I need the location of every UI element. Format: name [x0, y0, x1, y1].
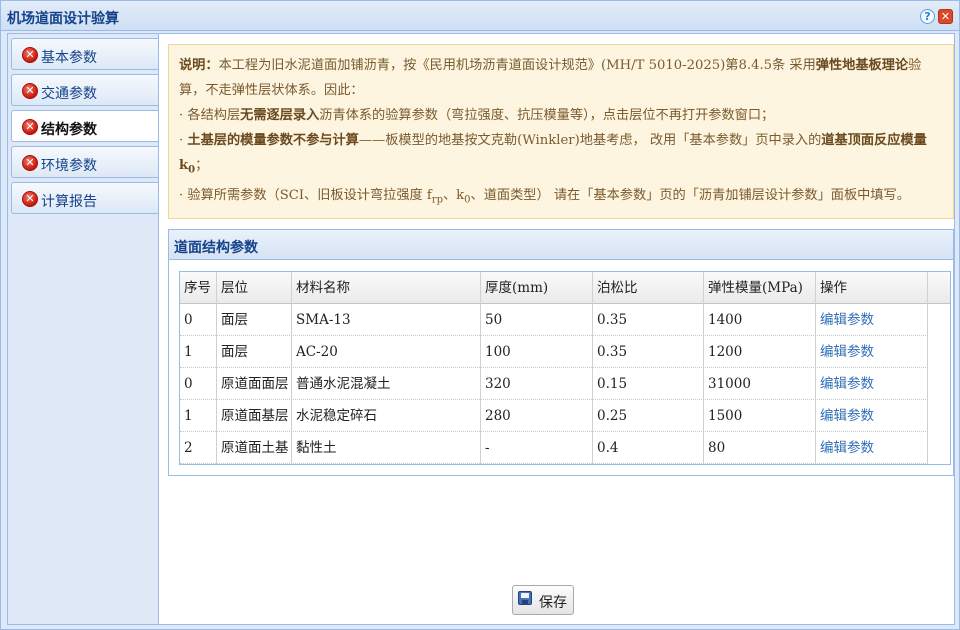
cell-action: 编辑参数 — [816, 432, 928, 464]
edit-params-link[interactable]: 编辑参数 — [820, 408, 874, 424]
cell-layer: 面层 — [217, 336, 292, 368]
help-icon[interactable]: ? — [920, 9, 935, 24]
cell-index: 1 — [180, 400, 217, 432]
app-window: 机场道面设计验算 ? ✕ ✕ 基本参数 ✕ 交通参数 ✕ 结构参数 ✕ 环境参数… — [0, 0, 960, 630]
cell-index: 1 — [180, 336, 217, 368]
cell-layer: 面层 — [217, 304, 292, 336]
layers-table: 序号 层位 材料名称 厚度(mm) 泊松比 弹性模量(MPa) 操作 0 面层 … — [179, 271, 951, 465]
error-icon: ✕ — [22, 191, 38, 207]
sidebar-item-label: 计算报告 — [41, 194, 97, 210]
cell-thickness: 320 — [481, 368, 593, 400]
table-row[interactable]: 0 面层 SMA-13 50 0.35 1400 编辑参数 — [180, 304, 928, 336]
sidebar-item-label: 交通参数 — [41, 86, 97, 102]
column-header[interactable]: 泊松比 — [593, 272, 704, 304]
cell-index: 2 — [180, 432, 217, 464]
table-row[interactable]: 1 原道面基层 水泥稳定碎石 280 0.25 1500 编辑参数 — [180, 400, 928, 432]
cell-thickness: 280 — [481, 400, 593, 432]
cell-poisson: 0.25 — [593, 400, 704, 432]
sidebar-item-label: 基本参数 — [41, 50, 97, 66]
error-icon: ✕ — [22, 83, 38, 99]
cell-modulus: 1200 — [704, 336, 816, 368]
cell-modulus: 1400 — [704, 304, 816, 336]
note-paragraph-3: · 土基层的模量参数不参与计算——板模型的地基按文克勒(Winkler)地基考虑… — [179, 133, 927, 176]
error-icon: ✕ — [22, 47, 38, 63]
note-paragraph-1: 说明：本工程为旧水泥道面加铺沥青，按《民用机场沥青道面设计规范》(MH/T 50… — [179, 58, 922, 98]
table-row[interactable]: 1 面层 AC-20 100 0.35 1200 编辑参数 — [180, 336, 928, 368]
column-header-spacer — [928, 272, 950, 304]
cell-index: 0 — [180, 304, 217, 336]
title-bar: 机场道面设计验算 ? ✕ — [1, 1, 959, 31]
cell-index: 0 — [180, 368, 217, 400]
cell-material: AC-20 — [292, 336, 481, 368]
cell-thickness: 100 — [481, 336, 593, 368]
edit-params-link[interactable]: 编辑参数 — [820, 312, 874, 328]
save-button[interactable]: 保存 — [512, 585, 574, 615]
table-row[interactable]: 0 原道面面层 普通水泥混凝土 320 0.15 31000 编辑参数 — [180, 368, 928, 400]
sidebar-item-environment-params[interactable]: ✕ 环境参数 — [11, 146, 159, 178]
cell-material: 黏性土 — [292, 432, 481, 464]
close-icon[interactable]: ✕ — [938, 9, 953, 24]
table-header: 序号 层位 材料名称 厚度(mm) 泊松比 弹性模量(MPa) 操作 — [180, 272, 950, 304]
cell-layer: 原道面面层 — [217, 368, 292, 400]
sidebar-item-basic-params[interactable]: ✕ 基本参数 — [11, 38, 159, 70]
cell-thickness: - — [481, 432, 593, 464]
info-note: 说明：本工程为旧水泥道面加铺沥青，按《民用机场沥青道面设计规范》(MH/T 50… — [168, 44, 954, 219]
structure-panel: 道面结构参数 序号 层位 材料名称 厚度(mm) 泊松比 弹性模量(MPa) 操… — [168, 229, 954, 476]
column-header[interactable]: 操作 — [816, 272, 928, 304]
save-button-label: 保存 — [539, 595, 567, 611]
cell-action: 编辑参数 — [816, 336, 928, 368]
column-header[interactable]: 弹性模量(MPa) — [704, 272, 816, 304]
edit-params-link[interactable]: 编辑参数 — [820, 344, 874, 360]
cell-thickness: 50 — [481, 304, 593, 336]
window-title: 机场道面设计验算 — [7, 11, 119, 27]
sidebar-item-label: 环境参数 — [41, 158, 97, 174]
cell-layer: 原道面土基 — [217, 432, 292, 464]
note-paragraph-2: · 各结构层无需逐层录入沥青体系的验算参数（弯拉强度、抗压模量等），点击层位不再… — [179, 108, 775, 123]
column-header[interactable]: 材料名称 — [292, 272, 481, 304]
cell-material: 普通水泥混凝土 — [292, 368, 481, 400]
sidebar: ✕ 基本参数 ✕ 交通参数 ✕ 结构参数 ✕ 环境参数 ✕ 计算报告 — [7, 33, 160, 625]
column-header[interactable]: 层位 — [217, 272, 292, 304]
error-icon: ✕ — [22, 119, 38, 135]
cell-action: 编辑参数 — [816, 400, 928, 432]
cell-poisson: 0.4 — [593, 432, 704, 464]
panel-title: 道面结构参数 — [174, 240, 258, 256]
panel-header: 道面结构参数 — [169, 230, 953, 260]
error-icon: ✕ — [22, 155, 38, 171]
sidebar-item-report[interactable]: ✕ 计算报告 — [11, 182, 159, 214]
cell-material: SMA-13 — [292, 304, 481, 336]
edit-params-link[interactable]: 编辑参数 — [820, 440, 874, 456]
cell-modulus: 1500 — [704, 400, 816, 432]
table-row[interactable]: 2 原道面土基 黏性土 - 0.4 80 编辑参数 — [180, 432, 928, 464]
cell-poisson: 0.15 — [593, 368, 704, 400]
cell-action: 编辑参数 — [816, 304, 928, 336]
column-header[interactable]: 序号 — [180, 272, 217, 304]
cell-poisson: 0.35 — [593, 304, 704, 336]
sidebar-item-structure-params[interactable]: ✕ 结构参数 — [11, 110, 160, 142]
note-paragraph-4: · 验算所需参数（SCI、旧板设计弯拉强度 frp、k0、道面类型） 请在「基本… — [179, 187, 910, 206]
cell-material: 水泥稳定碎石 — [292, 400, 481, 432]
edit-params-link[interactable]: 编辑参数 — [820, 376, 874, 392]
sidebar-item-label: 结构参数 — [41, 122, 97, 138]
column-header[interactable]: 厚度(mm) — [481, 272, 593, 304]
content-area: 说明：本工程为旧水泥道面加铺沥青，按《民用机场沥青道面设计规范》(MH/T 50… — [158, 33, 955, 625]
cell-modulus: 31000 — [704, 368, 816, 400]
cell-modulus: 80 — [704, 432, 816, 464]
cell-poisson: 0.35 — [593, 336, 704, 368]
cell-action: 编辑参数 — [816, 368, 928, 400]
sidebar-item-traffic-params[interactable]: ✕ 交通参数 — [11, 74, 159, 106]
floppy-disk-icon — [518, 591, 532, 605]
cell-layer: 原道面基层 — [217, 400, 292, 432]
